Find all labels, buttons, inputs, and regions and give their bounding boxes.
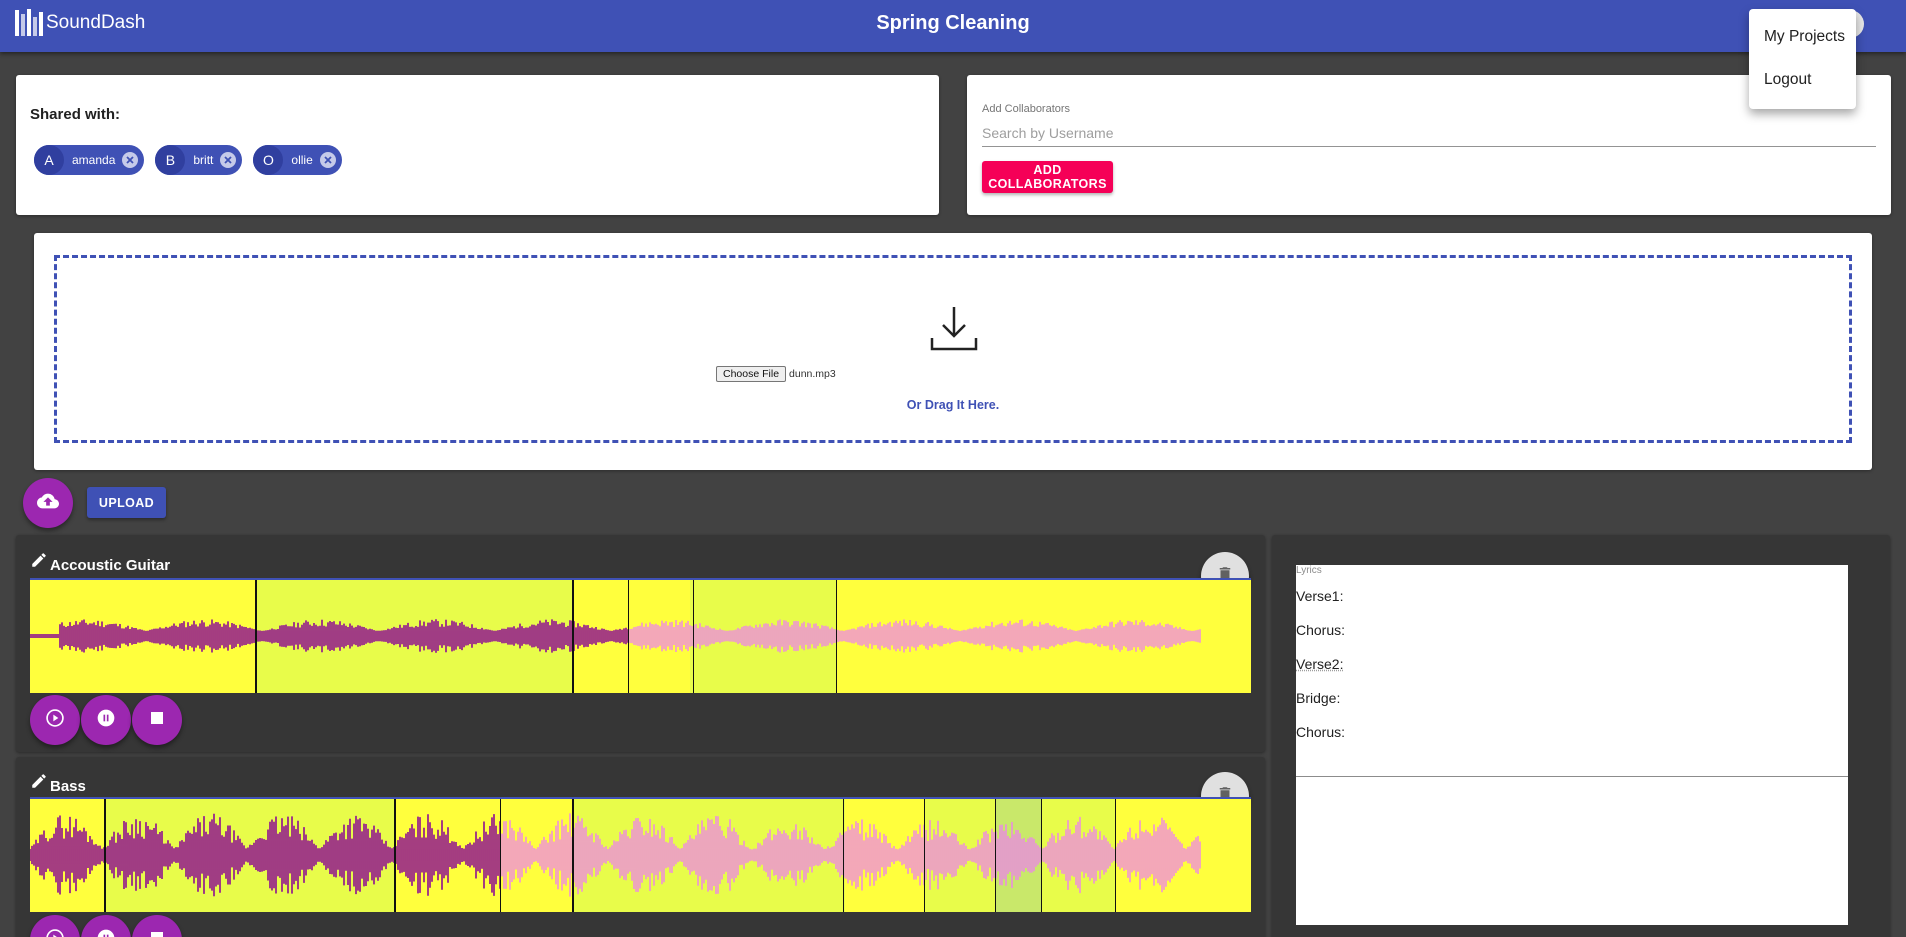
lyric-line: Verse1: — [1296, 588, 1344, 604]
drag-hint: Or Drag It Here. — [906, 398, 1000, 412]
pause-button[interactable] — [81, 915, 131, 937]
cloud-upload-icon — [37, 490, 59, 517]
lyric-line: Chorus: — [1296, 622, 1346, 638]
track-header: Bass — [30, 772, 86, 795]
track-card: Bass — [16, 757, 1265, 937]
download-icon — [930, 304, 978, 352]
stop-icon — [150, 931, 164, 937]
avatar: B — [155, 145, 186, 175]
edit-icon[interactable] — [30, 551, 48, 574]
play-button[interactable] — [30, 695, 80, 745]
lyric-line: Verse2: — [1296, 656, 1344, 672]
avatar: O — [253, 145, 284, 175]
track-header: Accoustic Guitar — [30, 551, 170, 574]
upload-button[interactable]: UPLOAD — [87, 487, 166, 518]
play-button[interactable] — [30, 915, 80, 937]
avatar: A — [34, 145, 64, 175]
upload-card: Choose File dunn.mp3 Or Drag It Here. — [34, 233, 1872, 470]
user-chip-britt[interactable]: B britt — [155, 145, 243, 175]
user-chip-amanda[interactable]: A amanda — [34, 145, 145, 175]
play-circle-icon — [45, 928, 65, 937]
lyrics-label: Lyrics — [1296, 565, 1322, 576]
file-dropzone[interactable]: Choose File dunn.mp3 Or Drag It Here. — [54, 255, 1852, 443]
lyrics-textarea[interactable]: Lyrics Verse1: Chorus: Verse2: Bridge: C… — [1296, 565, 1848, 925]
page-title: Spring Cleaning — [876, 12, 1030, 34]
file-input: Choose File dunn.mp3 — [716, 366, 836, 382]
app-bar: SoundDash Spring Cleaning — [0, 0, 1906, 52]
menu-item-logout[interactable]: Logout — [1749, 60, 1856, 103]
lyric-line: Bridge: — [1296, 690, 1341, 706]
track-name: Accoustic Guitar — [50, 557, 171, 574]
lyrics-card: Lyrics Verse1: Chorus: Verse2: Bridge: C… — [1272, 535, 1890, 937]
add-collaborators-label: Add Collaborators — [982, 103, 1071, 115]
account-menu: My Projects Logout — [1749, 9, 1856, 109]
chip-label: ollie — [291, 153, 313, 167]
shared-users-list: A amanda B britt O ollie — [34, 145, 342, 175]
selected-file-name: dunn.mp3 — [789, 368, 836, 380]
track-waveform[interactable] — [30, 578, 1251, 693]
pause-button[interactable] — [81, 695, 131, 745]
chip-label: amanda — [72, 153, 116, 167]
remove-user-icon[interactable] — [319, 151, 337, 169]
track-name: Bass — [50, 778, 86, 795]
chip-label: britt — [193, 153, 214, 167]
menu-item-my-projects[interactable]: My Projects — [1749, 17, 1856, 60]
remove-user-icon[interactable] — [121, 151, 139, 169]
pause-circle-icon — [96, 708, 116, 733]
pause-circle-icon — [96, 928, 116, 937]
shared-with-card: Shared with: A amanda B britt O ollie — [16, 75, 939, 215]
add-collaborators-button[interactable]: ADD COLLABORATORS — [982, 161, 1113, 193]
choose-file-button[interactable]: Choose File — [716, 366, 787, 382]
user-chip-ollie[interactable]: O ollie — [253, 145, 342, 175]
play-circle-icon — [45, 708, 65, 733]
shared-with-label: Shared with: — [30, 106, 121, 123]
search-username-input[interactable] — [982, 119, 1876, 147]
remove-user-icon[interactable] — [219, 151, 237, 169]
edit-icon[interactable] — [30, 772, 48, 795]
stop-button[interactable] — [132, 915, 182, 937]
lyrics-content[interactable]: Verse1: Chorus: Verse2: Bridge: Chorus: — [1296, 579, 1848, 777]
stop-button[interactable] — [132, 695, 182, 745]
track-card: Accoustic Guitar — [16, 535, 1265, 752]
cloud-upload-button[interactable] — [23, 478, 73, 528]
lyric-line: Chorus: — [1296, 724, 1346, 740]
track-waveform[interactable] — [30, 797, 1251, 912]
stop-icon — [150, 711, 164, 730]
